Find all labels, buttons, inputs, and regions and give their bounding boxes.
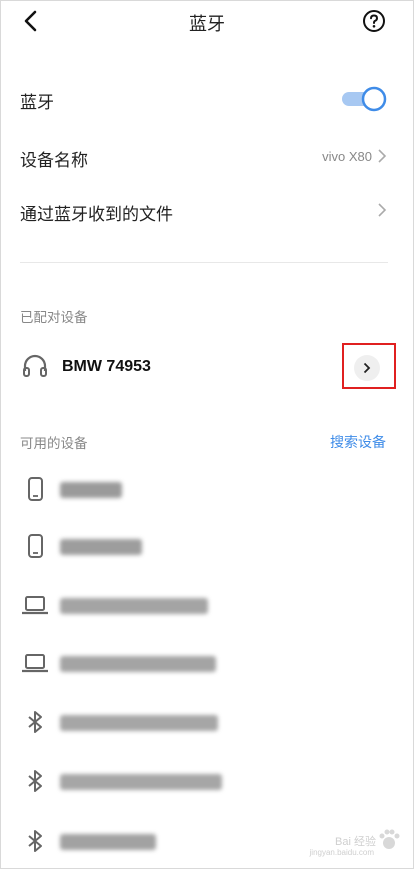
search-devices-button[interactable]: 搜索设备: [330, 432, 386, 452]
device-name-blurred: [60, 539, 142, 555]
watermark-url: jingyan.baidu.com: [309, 848, 374, 857]
available-device-row[interactable]: [0, 590, 414, 620]
paired-section-title: 已配对设备: [20, 310, 88, 325]
paired-device-name: BMW 74953: [62, 358, 151, 375]
available-device-row[interactable]: [0, 531, 414, 561]
chevron-right-icon: [378, 203, 387, 217]
available-section-title: 可用的设备: [20, 436, 88, 451]
bluetooth-icon: [28, 770, 42, 792]
device-name-value: vivo X80: [322, 149, 372, 164]
bluetooth-icon: [28, 830, 42, 852]
device-name-blurred: [60, 715, 218, 731]
device-name-label: 设备名称: [20, 151, 88, 170]
device-name-blurred: [60, 598, 208, 614]
detail-circle: [354, 355, 380, 381]
headphones-icon: [23, 354, 47, 377]
header: 蓝牙: [0, 0, 414, 44]
received-files-label: 通过蓝牙收到的文件: [20, 205, 173, 224]
watermark-text: Bai 经验: [335, 836, 376, 848]
bluetooth-toggle[interactable]: [340, 86, 388, 112]
bluetooth-icon: [28, 711, 42, 733]
bluetooth-label: 蓝牙: [20, 93, 54, 112]
chevron-right-icon: [363, 362, 371, 374]
laptop-icon: [22, 654, 48, 673]
available-device-row[interactable]: [0, 766, 414, 796]
phone-icon: [28, 534, 43, 558]
received-files-row[interactable]: 通过蓝牙收到的文件: [0, 195, 414, 225]
bluetooth-toggle-row[interactable]: 蓝牙: [0, 84, 414, 114]
page-title: 蓝牙: [189, 14, 225, 34]
help-icon[interactable]: [362, 9, 386, 33]
available-device-row[interactable]: [0, 707, 414, 737]
device-name-blurred: [60, 774, 222, 790]
divider: [20, 262, 388, 263]
phone-icon: [28, 477, 43, 501]
laptop-icon: [22, 596, 48, 615]
device-name-blurred: [60, 656, 216, 672]
device-name-blurred: [60, 482, 122, 498]
paired-device-detail-button[interactable]: [342, 343, 396, 389]
chevron-right-icon: [378, 149, 387, 163]
available-device-row[interactable]: [0, 474, 414, 504]
paw-logo-icon: [379, 829, 400, 849]
available-device-row[interactable]: [0, 648, 414, 678]
device-name-row[interactable]: 设备名称 vivo X80: [0, 141, 414, 171]
device-name-blurred: [60, 834, 156, 850]
